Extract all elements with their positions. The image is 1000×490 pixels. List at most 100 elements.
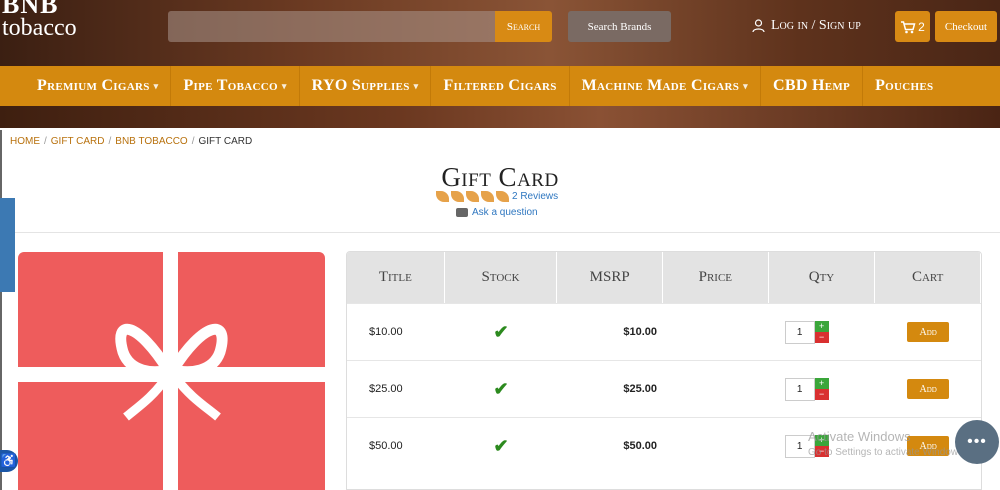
site-logo[interactable]: BNB tobacco bbox=[2, 0, 77, 40]
stock-cell: ✔ bbox=[445, 418, 558, 474]
option-title: $25.00 bbox=[369, 383, 403, 395]
breadcrumb-separator: / bbox=[44, 136, 47, 147]
increment-button[interactable]: + bbox=[814, 321, 829, 332]
in-stock-check-icon: ✔ bbox=[493, 378, 509, 399]
breadcrumb-gift-card[interactable]: GIFT CARD bbox=[51, 136, 105, 147]
option-msrp: $25.00 bbox=[623, 383, 658, 395]
decrement-button[interactable]: − bbox=[814, 389, 829, 400]
rating-leaf-icon bbox=[481, 191, 494, 202]
table-header: Title Stock MSRP Price Qty Cart bbox=[347, 252, 981, 303]
rating[interactable]: 2 Reviews bbox=[436, 191, 558, 202]
quantity-input[interactable]: 1 bbox=[784, 320, 815, 344]
qty-cell: 1 + − bbox=[769, 361, 876, 417]
chat-icon bbox=[456, 208, 468, 217]
nav-item-pipe-tobacco[interactable]: Pipe Tobacco ▾ bbox=[171, 66, 300, 106]
page-title: Gift Card bbox=[441, 162, 559, 192]
rating-leaf-icon bbox=[496, 191, 509, 202]
column-header-qty: Qty bbox=[769, 252, 876, 303]
nav-item-cbd-hemp[interactable]: CBD Hemp bbox=[761, 66, 864, 106]
caret-down-icon: ▾ bbox=[413, 80, 419, 91]
search-input[interactable] bbox=[168, 11, 496, 42]
divider bbox=[15, 232, 1000, 233]
activate-windows-watermark: Activate Windows Go to Settings to activ… bbox=[808, 429, 966, 459]
gift-card-image bbox=[18, 252, 325, 490]
table-row: $25.00 ✔ $25.00 1 + − Add bbox=[347, 360, 981, 417]
breadcrumb-separator: / bbox=[191, 136, 195, 147]
watermark-subtitle: Go to Settings to activate Windows. bbox=[808, 446, 966, 458]
increment-button[interactable]: + bbox=[814, 378, 829, 389]
search-brands-button[interactable]: Search Brands bbox=[568, 11, 671, 42]
user-icon bbox=[752, 19, 765, 33]
add-to-cart-button[interactable]: Add bbox=[907, 322, 950, 342]
option-price bbox=[663, 304, 769, 360]
column-header-msrp: MSRP bbox=[557, 252, 663, 303]
in-stock-check-icon: ✔ bbox=[493, 435, 509, 456]
nav-item-pouches[interactable]: Pouches bbox=[863, 66, 945, 106]
breadcrumb: HOME / GIFT CARD / BNB TOBACCO / GIFT CARD bbox=[10, 136, 252, 147]
nav-item-label: Machine Made Cigars bbox=[581, 77, 740, 94]
ask-question-label: Ask a question bbox=[472, 207, 538, 218]
column-header-price: Price bbox=[663, 252, 769, 303]
chat-dots-icon: ••• bbox=[967, 433, 987, 450]
add-to-cart-button[interactable]: Add bbox=[907, 379, 950, 399]
cart-button[interactable]: 2 bbox=[895, 11, 930, 42]
breadcrumb-current: GIFT CARD bbox=[198, 136, 253, 147]
nav-item-label: CBD Hemp bbox=[773, 77, 851, 94]
decrement-button[interactable]: − bbox=[814, 332, 829, 343]
caret-down-icon: ▾ bbox=[743, 80, 748, 91]
column-header-cart: Cart bbox=[875, 252, 981, 303]
breadcrumb-home[interactable]: HOME bbox=[10, 136, 40, 147]
nav-item-filtered-cigars[interactable]: Filtered Cigars bbox=[431, 66, 570, 106]
nav-item-label: Pouches bbox=[875, 77, 934, 94]
quantity-stepper: 1 + − bbox=[784, 377, 829, 401]
nav-item-premium-cigars[interactable]: Premium Cigars ▾ bbox=[0, 66, 172, 106]
caret-down-icon: ▾ bbox=[153, 80, 159, 91]
chat-widget-button[interactable]: ••• bbox=[955, 420, 999, 464]
option-msrp: $50.00 bbox=[623, 440, 658, 452]
login-link[interactable]: Log in / Sign up bbox=[752, 18, 861, 34]
rating-leaf-icon bbox=[451, 191, 464, 202]
nav-item-label: RYO Supplies bbox=[311, 77, 410, 94]
site-header: BNB tobacco Search Search Brands Log in … bbox=[0, 0, 1000, 66]
column-header-stock: Stock bbox=[445, 252, 558, 303]
nav-item-label: Filtered Cigars bbox=[443, 77, 557, 94]
nav-item-machine-made-cigars[interactable]: Machine Made Cigars ▾ bbox=[570, 66, 761, 106]
cart-count: 2 bbox=[918, 19, 925, 34]
option-title: $50.00 bbox=[369, 440, 403, 452]
rating-leaf-icon bbox=[466, 191, 479, 202]
nav-item-label: Pipe Tobacco bbox=[183, 77, 278, 94]
watermark-title: Activate Windows bbox=[808, 429, 911, 444]
cart-icon bbox=[901, 20, 916, 33]
quantity-stepper: 1 + − bbox=[784, 320, 829, 344]
hero-strip bbox=[0, 106, 1000, 128]
table-row: $10.00 ✔ $10.00 1 + − Add bbox=[347, 303, 981, 360]
accessibility-icon[interactable]: ♿ bbox=[0, 450, 18, 472]
caret-down-icon: ▾ bbox=[281, 80, 287, 91]
stock-cell: ✔ bbox=[445, 361, 558, 417]
option-price bbox=[663, 361, 769, 417]
checkout-button[interactable]: Checkout bbox=[935, 11, 997, 42]
cart-cell: Add bbox=[875, 304, 981, 360]
search-button[interactable]: Search bbox=[495, 11, 552, 42]
breadcrumb-brand[interactable]: BNB TOBACCO bbox=[115, 136, 187, 147]
option-msrp: $10.00 bbox=[623, 326, 658, 338]
ask-question-link[interactable]: Ask a question bbox=[456, 207, 538, 218]
login-label: Log in / Sign up bbox=[771, 18, 861, 33]
in-stock-check-icon: ✔ bbox=[493, 321, 509, 342]
option-title: $10.00 bbox=[369, 326, 403, 338]
stepper-buttons: + − bbox=[814, 378, 829, 400]
stock-cell: ✔ bbox=[445, 304, 558, 360]
breadcrumb-separator: / bbox=[108, 136, 112, 147]
stepper-buttons: + − bbox=[814, 321, 829, 343]
cart-cell: Add bbox=[875, 361, 981, 417]
nav-item-ryo-supplies[interactable]: RYO Supplies ▾ bbox=[300, 66, 432, 106]
column-header-title: Title bbox=[347, 252, 445, 303]
qty-cell: 1 + − bbox=[769, 304, 876, 360]
side-tab[interactable] bbox=[0, 198, 15, 292]
quantity-input[interactable]: 1 bbox=[784, 377, 815, 401]
reviews-link[interactable]: 2 Reviews bbox=[512, 191, 558, 202]
gift-ribbon-graphic bbox=[18, 252, 325, 490]
nav-item-label: Premium Cigars bbox=[37, 77, 150, 94]
logo-text-bottom: tobacco bbox=[2, 15, 77, 41]
option-price bbox=[663, 418, 769, 474]
